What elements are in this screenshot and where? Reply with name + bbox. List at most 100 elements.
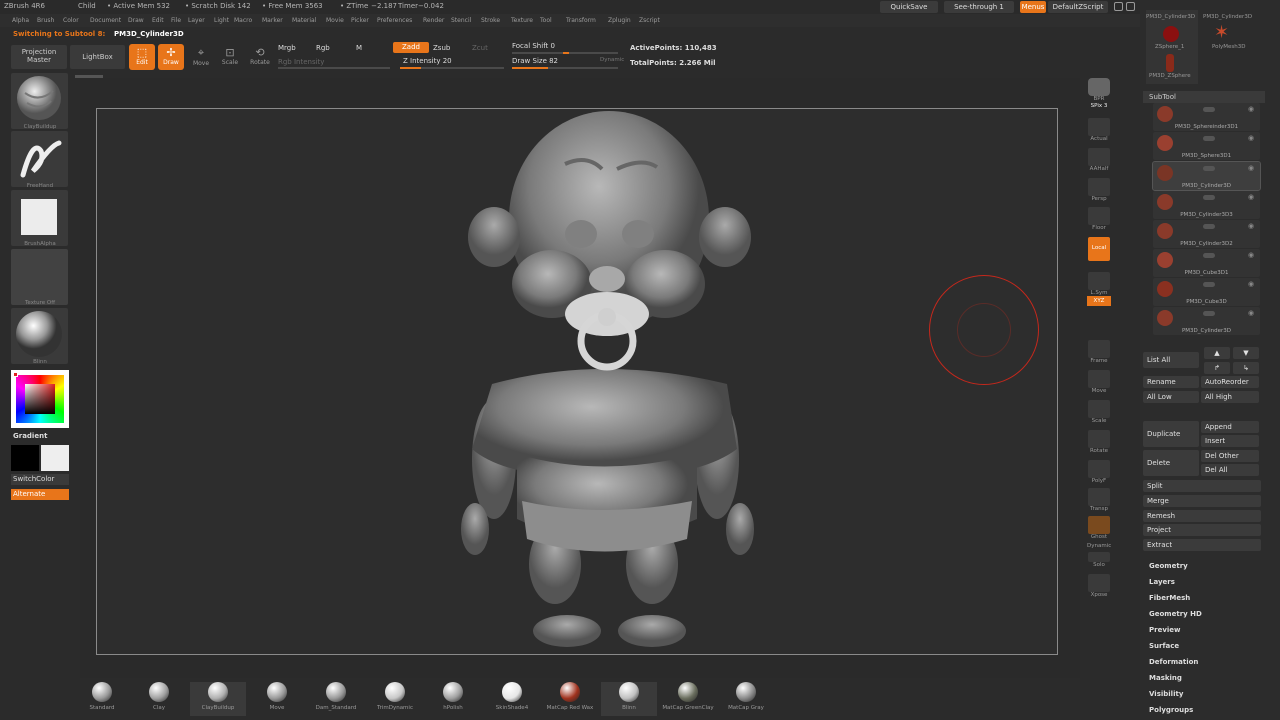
document-area[interactable] xyxy=(96,108,1058,655)
secondary-color-swatch[interactable] xyxy=(41,445,69,471)
project-section[interactable]: Project xyxy=(1143,524,1261,536)
brush-item[interactable]: TrimDynamic xyxy=(367,682,423,716)
append-button[interactable]: Append xyxy=(1201,421,1259,433)
arrow-right-icon[interactable]: ↱ xyxy=(1204,362,1230,374)
primary-color-swatch[interactable] xyxy=(11,445,39,471)
spix-slider[interactable]: SPix 3 xyxy=(1087,103,1111,109)
menu-stroke[interactable]: Stroke xyxy=(481,17,500,24)
palette-section-deformation[interactable]: Deformation xyxy=(1149,658,1198,666)
palette-section-fibermesh[interactable]: FiberMesh xyxy=(1149,594,1190,602)
zadd-button[interactable]: Zadd xyxy=(393,42,429,53)
gradient-label[interactable]: Gradient xyxy=(13,432,47,440)
frame-button[interactable]: Frame xyxy=(1087,340,1111,364)
menu-stencil[interactable]: Stencil xyxy=(451,17,471,24)
zsub-button[interactable]: Zsub xyxy=(433,44,450,52)
all-high-button[interactable]: All High xyxy=(1201,391,1259,403)
merge-section[interactable]: Merge xyxy=(1143,495,1261,507)
draw-size-slider[interactable]: Draw Size 82 xyxy=(512,57,558,65)
menu-preferences[interactable]: Preferences xyxy=(377,17,412,24)
subtool-row[interactable]: ◉ PM3D_Sphere3D1 xyxy=(1153,132,1260,160)
brush-item[interactable]: SkinShade4 xyxy=(484,682,540,716)
insert-button[interactable]: Insert xyxy=(1201,435,1259,447)
rotate-button[interactable]: ⟲ Rotate xyxy=(247,44,273,70)
projection-master-button[interactable]: Projection Master xyxy=(11,45,67,69)
quicksave-button[interactable]: QuickSave xyxy=(880,1,938,13)
menu-edit[interactable]: Edit xyxy=(152,17,164,24)
list-all-button[interactable]: List All xyxy=(1143,352,1199,368)
subtool-row[interactable]: ◉ PM3D_Cylinder3D2 xyxy=(1153,220,1260,248)
del-all-button[interactable]: Del All xyxy=(1201,464,1259,476)
brush-item[interactable]: Standard xyxy=(74,682,130,716)
default-zscript-button[interactable]: DefaultZScript xyxy=(1048,1,1108,13)
palette-section-layers[interactable]: Layers xyxy=(1149,578,1175,586)
polyf-button[interactable]: PolyF xyxy=(1087,460,1111,484)
actual-button[interactable]: Actual xyxy=(1087,118,1111,142)
alternate-button[interactable]: Alternate xyxy=(11,489,69,500)
brush-item[interactable]: Dam_Standard xyxy=(308,682,364,716)
ghost-button[interactable]: Ghost xyxy=(1087,516,1111,540)
extract-section[interactable]: Extract xyxy=(1143,539,1261,551)
palette-section-visibility[interactable]: Visibility xyxy=(1149,690,1183,698)
subtool-visibility-toggle[interactable] xyxy=(1203,311,1215,316)
material-thumbnail[interactable] xyxy=(11,308,68,364)
floor-button[interactable]: Floor xyxy=(1087,207,1111,231)
pm3d-zsphere-icon[interactable] xyxy=(1166,54,1174,72)
alpha-thumbnail[interactable] xyxy=(11,190,68,246)
subtool-row[interactable]: ◉ PM3D_Cylinder3D xyxy=(1153,307,1260,335)
remesh-section[interactable]: Remesh xyxy=(1143,510,1261,522)
subtool-row[interactable]: ◉ PM3D_Cylinder3D xyxy=(1152,161,1261,191)
subtool-visibility-toggle[interactable] xyxy=(1203,224,1215,229)
menu-material[interactable]: Material xyxy=(292,17,316,24)
delete-button[interactable]: Delete xyxy=(1143,450,1199,476)
eye-icon[interactable]: ◉ xyxy=(1248,193,1254,201)
focal-shift-slider[interactable]: Focal Shift 0 xyxy=(512,42,555,50)
rgb-intensity-slider[interactable]: Rgb Intensity xyxy=(278,58,324,66)
eye-icon[interactable]: ◉ xyxy=(1248,105,1254,113)
color-picker[interactable] xyxy=(11,370,69,428)
m-button[interactable]: M xyxy=(356,44,362,52)
color-square[interactable] xyxy=(25,384,55,414)
duplicate-button[interactable]: Duplicate xyxy=(1143,421,1199,447)
brush-item[interactable]: MatCap GreenClay xyxy=(660,682,716,716)
del-other-button[interactable]: Del Other xyxy=(1201,450,1259,462)
subtool-row[interactable]: ◉ PM3D_Cylinder3D3 xyxy=(1153,191,1260,219)
eye-icon[interactable]: ◉ xyxy=(1248,251,1254,259)
menu-marker[interactable]: Marker xyxy=(262,17,283,24)
palette-section-geometry-hd[interactable]: Geometry HD xyxy=(1149,610,1202,618)
stroke-thumbnail[interactable] xyxy=(11,131,68,187)
eye-icon[interactable]: ◉ xyxy=(1248,309,1254,317)
subtool-visibility-toggle[interactable] xyxy=(1203,195,1215,200)
polymesh-star-icon[interactable]: ✶ xyxy=(1214,24,1229,42)
subtool-visibility-toggle[interactable] xyxy=(1203,166,1215,171)
solo-button[interactable]: Solo xyxy=(1087,552,1111,568)
rotate-view-button[interactable]: Rotate xyxy=(1087,430,1111,454)
eye-icon[interactable]: ◉ xyxy=(1248,164,1254,172)
subtool-visibility-toggle[interactable] xyxy=(1203,136,1215,141)
brush-item[interactable]: Blinn xyxy=(601,682,657,716)
layout-icon[interactable] xyxy=(1126,2,1135,11)
menu-movie[interactable]: Movie xyxy=(326,17,344,24)
mrgb-button[interactable]: Mrgb xyxy=(278,44,296,52)
tool-thumb-2-label[interactable]: PM3D_Cylinder3D xyxy=(1203,14,1252,20)
brush-item[interactable]: MatCap Gray xyxy=(718,682,774,716)
z-intensity-slider[interactable]: Z Intensity 20 xyxy=(403,57,452,65)
palette-section-polygroups[interactable]: Polygroups xyxy=(1149,706,1193,714)
bpr-button[interactable]: BPR xyxy=(1087,78,1111,102)
menu-render[interactable]: Render xyxy=(423,17,444,24)
menu-transform[interactable]: Transform xyxy=(566,17,596,24)
aahalf-button[interactable]: AAHalf xyxy=(1087,148,1111,172)
child-model[interactable] xyxy=(97,109,1059,656)
brush-item[interactable]: hPolish xyxy=(425,682,481,716)
arrow-down-right-icon[interactable]: ↳ xyxy=(1233,362,1259,374)
move-down-arrow-icon[interactable]: ▼ xyxy=(1233,347,1259,359)
draw-button[interactable]: ✢ Draw xyxy=(158,44,184,70)
see-through-slider[interactable]: See-through 1 xyxy=(944,1,1014,13)
eye-icon[interactable]: ◉ xyxy=(1248,134,1254,142)
texture-thumbnail[interactable] xyxy=(11,249,68,305)
menu-macro[interactable]: Macro xyxy=(234,17,252,24)
scale-button[interactable]: ⊡ Scale xyxy=(217,44,243,70)
subtool-visibility-toggle[interactable] xyxy=(1203,253,1215,258)
menu-color[interactable]: Color xyxy=(63,17,79,24)
palette-section-geometry[interactable]: Geometry xyxy=(1149,562,1188,570)
move-view-button[interactable]: Move xyxy=(1087,370,1111,394)
